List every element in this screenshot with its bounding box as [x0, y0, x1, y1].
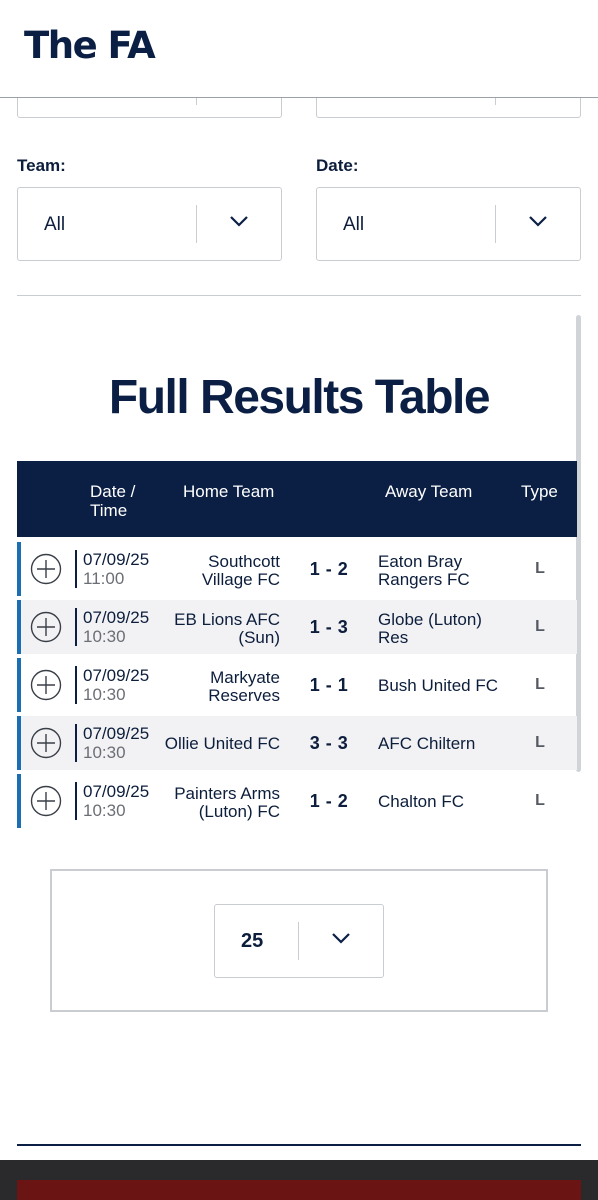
page-size-value: 25	[241, 930, 264, 952]
row-divider	[75, 724, 77, 762]
away-team: Chalton FC	[378, 793, 508, 811]
row-divider	[75, 782, 77, 820]
home-team-line2: Village FC	[201, 570, 280, 589]
plus-circle-icon[interactable]	[30, 669, 62, 701]
match-type: L	[535, 734, 545, 751]
away-team: Bush United FC	[378, 677, 508, 695]
plus-circle-icon[interactable]	[30, 611, 62, 643]
match-score: 1 - 2	[309, 791, 349, 811]
row-divider	[75, 550, 77, 588]
team-filter-label: Team:	[17, 156, 66, 175]
match-type: L	[535, 560, 545, 577]
home-team-line1: Markyate	[210, 668, 280, 687]
chevron-down-icon	[332, 933, 350, 944]
home-team-line2: (Sun)	[238, 628, 280, 647]
away-team-line1: Eaton Bray	[378, 552, 463, 571]
home-team-line2: Reserves	[208, 686, 280, 705]
home-team-line1: Painters Arms	[174, 784, 280, 803]
results-table-title: Full Results Table	[108, 371, 491, 424]
home-team-line1: Southcott	[208, 552, 280, 571]
home-team: Southcott Village FC	[150, 553, 280, 589]
away-team-line1: Bush United FC	[378, 676, 498, 695]
match-date: 07/09/25	[83, 666, 150, 685]
row-accent	[17, 716, 21, 770]
match-type: L	[535, 792, 545, 809]
column-date-time-line1: Date /	[90, 482, 136, 501]
column-away-team: Away Team	[385, 482, 473, 501]
home-team-line1: EB Lions AFC	[174, 610, 280, 629]
home-team: Ollie United FC	[150, 735, 280, 753]
row-divider	[75, 666, 77, 704]
match-time: 11:00	[83, 569, 125, 588]
date-filter-label: Date:	[316, 156, 359, 175]
plus-circle-icon[interactable]	[30, 727, 62, 759]
date-filter-value: All	[343, 214, 365, 235]
home-team: Painters Arms (Luton) FC	[150, 785, 280, 821]
select-separator	[298, 922, 299, 960]
match-time: 10:30	[83, 801, 126, 820]
pagination-panel: 25	[50, 869, 548, 1012]
row-accent	[17, 774, 21, 828]
fa-logo[interactable]: The FA	[24, 24, 156, 67]
row-accent	[17, 658, 21, 712]
away-team-line1: AFC Chiltern	[378, 734, 476, 753]
match-type: L	[535, 618, 545, 635]
match-time: 10:30	[83, 743, 126, 762]
section-divider	[17, 295, 581, 296]
column-home-team: Home Team	[183, 482, 275, 501]
result-row[interactable]: 07/09/25 10:30 Painters Arms (Luton) FC 1…	[17, 774, 577, 828]
match-type: L	[535, 676, 545, 693]
column-type: Type	[521, 482, 558, 501]
home-team: Markyate Reserves	[150, 669, 280, 705]
away-team-line2: Res	[378, 628, 409, 647]
home-team: EB Lions AFC (Sun)	[150, 611, 280, 647]
away-team: AFC Chiltern	[378, 735, 508, 753]
match-time: 10:30	[83, 685, 126, 704]
match-date: 07/09/25	[83, 550, 150, 569]
match-score: 1 - 1	[309, 675, 349, 695]
away-team-line1: Chalton FC	[378, 792, 464, 811]
match-date: 07/09/25	[83, 724, 150, 743]
match-score: 3 - 3	[309, 733, 349, 753]
chevron-down-icon	[230, 216, 248, 227]
match-score: 1 - 2	[309, 559, 349, 579]
match-score: 1 - 3	[309, 617, 349, 637]
site-header: The FA	[0, 0, 598, 98]
row-divider	[75, 608, 77, 646]
result-row[interactable]: 07/09/25 10:30 EB Lions AFC (Sun) 1 - 3 G…	[17, 600, 577, 654]
chevron-down-icon	[529, 216, 547, 227]
footer-divider	[17, 1144, 581, 1146]
result-row[interactable]: 07/09/25 11:00 Southcott Village FC 1 - 2…	[17, 542, 577, 596]
away-team: Eaton Bray Rangers FC	[378, 553, 508, 589]
team-filter-select[interactable]: All	[17, 187, 282, 261]
away-team: Globe (Luton) Res	[378, 611, 508, 647]
team-filter-value: All	[44, 214, 66, 235]
row-accent	[17, 542, 21, 596]
column-date-time: Date / Time	[90, 482, 135, 520]
result-row[interactable]: 07/09/25 10:30 Markyate Reserves 1 - 1 Bu…	[17, 658, 577, 712]
home-team-line1: Ollie United FC	[164, 734, 280, 753]
result-row[interactable]: 07/09/25 10:30 Ollie United FC 3 - 3 AFC…	[17, 716, 577, 770]
plus-circle-icon[interactable]	[30, 553, 62, 585]
row-accent	[17, 600, 21, 654]
away-team-line1: Globe (Luton)	[378, 610, 482, 629]
page-size-select[interactable]: 25	[214, 904, 384, 978]
home-team-line2: (Luton) FC	[198, 802, 280, 821]
select-separator	[495, 205, 496, 243]
site-footer	[0, 1160, 598, 1200]
column-date-time-line2: Time	[90, 501, 128, 520]
away-team-line2: Rangers FC	[378, 570, 470, 589]
plus-circle-icon[interactable]	[30, 785, 62, 817]
date-filter-select[interactable]: All	[316, 187, 581, 261]
match-date: 07/09/25	[83, 782, 150, 801]
footer-banner[interactable]	[17, 1180, 581, 1200]
results-table-header: Date / Time Home Team Away Team Type	[17, 461, 577, 537]
select-separator	[196, 205, 197, 243]
match-date: 07/09/25	[83, 608, 150, 627]
match-time: 10:30	[83, 627, 126, 646]
